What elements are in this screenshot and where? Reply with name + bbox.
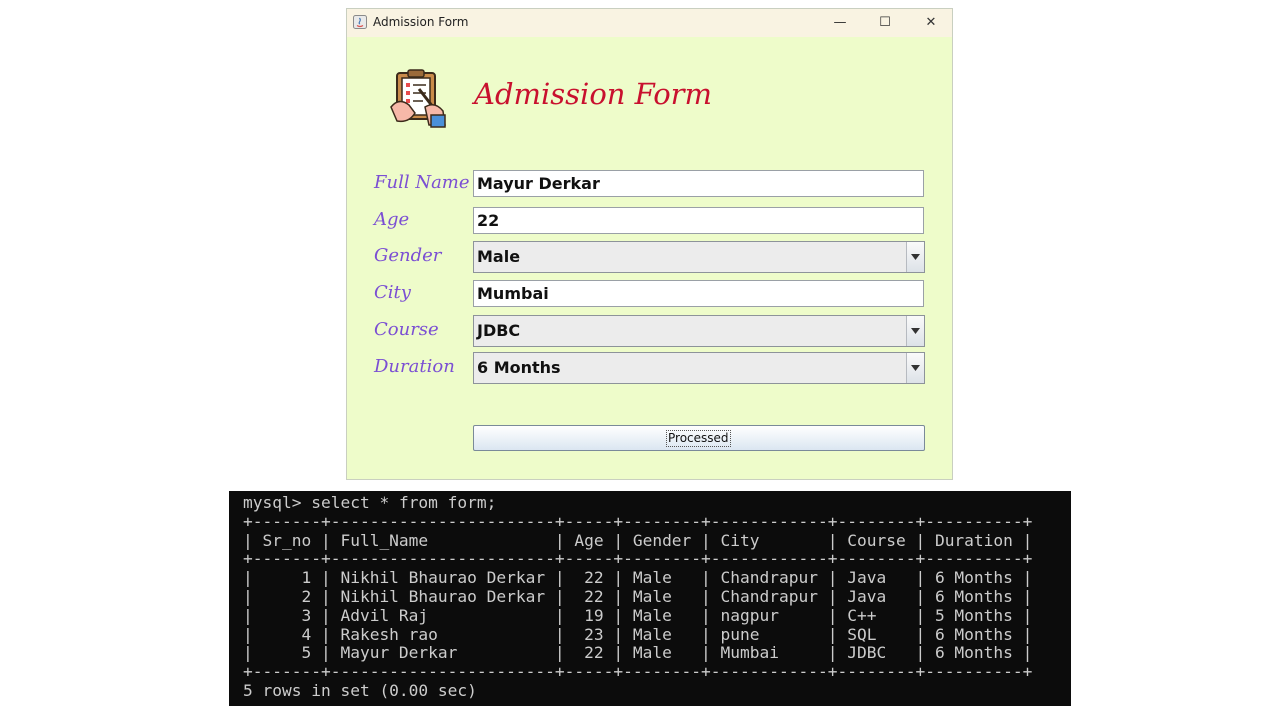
processed-button[interactable]: Processed xyxy=(473,425,925,451)
chevron-down-icon xyxy=(911,254,920,260)
table-row: | 5 | Mayur Derkar | 22 | Male | Mumbai … xyxy=(243,643,1033,663)
form-heading: Admission Form xyxy=(474,77,713,111)
table-border: +-------+-----------------------+-----+-… xyxy=(243,511,1033,531)
gender-selected-value: Male xyxy=(477,247,521,266)
duration-select[interactable]: 6 Months xyxy=(473,352,925,384)
minimize-button[interactable]: — xyxy=(817,9,863,37)
sql-command: select * from form; xyxy=(311,493,497,512)
processed-button-label: Processed xyxy=(666,430,731,447)
table-row: | 1 | Nikhil Bhaurao Derkar | 22 | Male … xyxy=(243,568,1033,588)
duration-dropdown-arrow[interactable] xyxy=(906,353,924,383)
full-name-field[interactable]: Mayur Derkar xyxy=(473,170,924,197)
city-label: City xyxy=(374,282,411,303)
chevron-down-icon xyxy=(911,328,920,334)
course-dropdown-arrow[interactable] xyxy=(906,316,924,346)
course-select[interactable]: JDBC xyxy=(473,315,925,347)
title-bar[interactable]: Admission Form — ☐ ✕ xyxy=(347,9,952,37)
gender-select[interactable]: Male xyxy=(473,241,925,273)
maximize-button[interactable]: ☐ xyxy=(862,9,908,37)
window-title: Admission Form xyxy=(373,15,469,29)
table-border: +-------+-----------------------+-----+-… xyxy=(243,549,1033,569)
table-border: +-------+-----------------------+-----+-… xyxy=(243,662,1033,682)
gender-label: Gender xyxy=(374,245,442,266)
city-field[interactable]: Mumbai xyxy=(473,280,924,307)
gender-dropdown-arrow[interactable] xyxy=(906,242,924,272)
age-label: Age xyxy=(374,209,410,230)
duration-selected-value: 6 Months xyxy=(477,358,561,377)
mysql-terminal[interactable]: mysql> select * from form; +-------+----… xyxy=(229,491,1071,706)
mysql-prompt: mysql> xyxy=(243,493,312,512)
duration-label: Duration xyxy=(374,356,455,377)
table-row: | 4 | Rakesh rao | 23 | Male | pune | SQ… xyxy=(243,624,1033,644)
query-summary: 5 rows in set (0.00 sec) xyxy=(243,680,477,700)
age-field[interactable]: 22 xyxy=(473,207,924,234)
java-app-icon xyxy=(353,15,367,29)
chevron-down-icon xyxy=(911,365,920,371)
table-row: | 3 | Advil Raj | 19 | Male | nagpur | C… xyxy=(243,605,1033,625)
terminal-output: mysql> select * from form; +-------+----… xyxy=(243,493,1033,701)
clipboard-form-icon xyxy=(390,69,446,128)
close-button[interactable]: ✕ xyxy=(908,9,952,37)
table-row: | 2 | Nikhil Bhaurao Derkar | 22 | Male … xyxy=(243,586,1033,606)
table-header-row: | Sr_no | Full_Name | Age | Gender | Cit… xyxy=(243,530,1033,550)
full-name-label: Full Name xyxy=(374,172,470,193)
admission-form-window: Admission Form — ☐ ✕ Admission Form Full… xyxy=(346,8,953,480)
course-label: Course xyxy=(374,319,439,340)
course-selected-value: JDBC xyxy=(477,321,521,340)
